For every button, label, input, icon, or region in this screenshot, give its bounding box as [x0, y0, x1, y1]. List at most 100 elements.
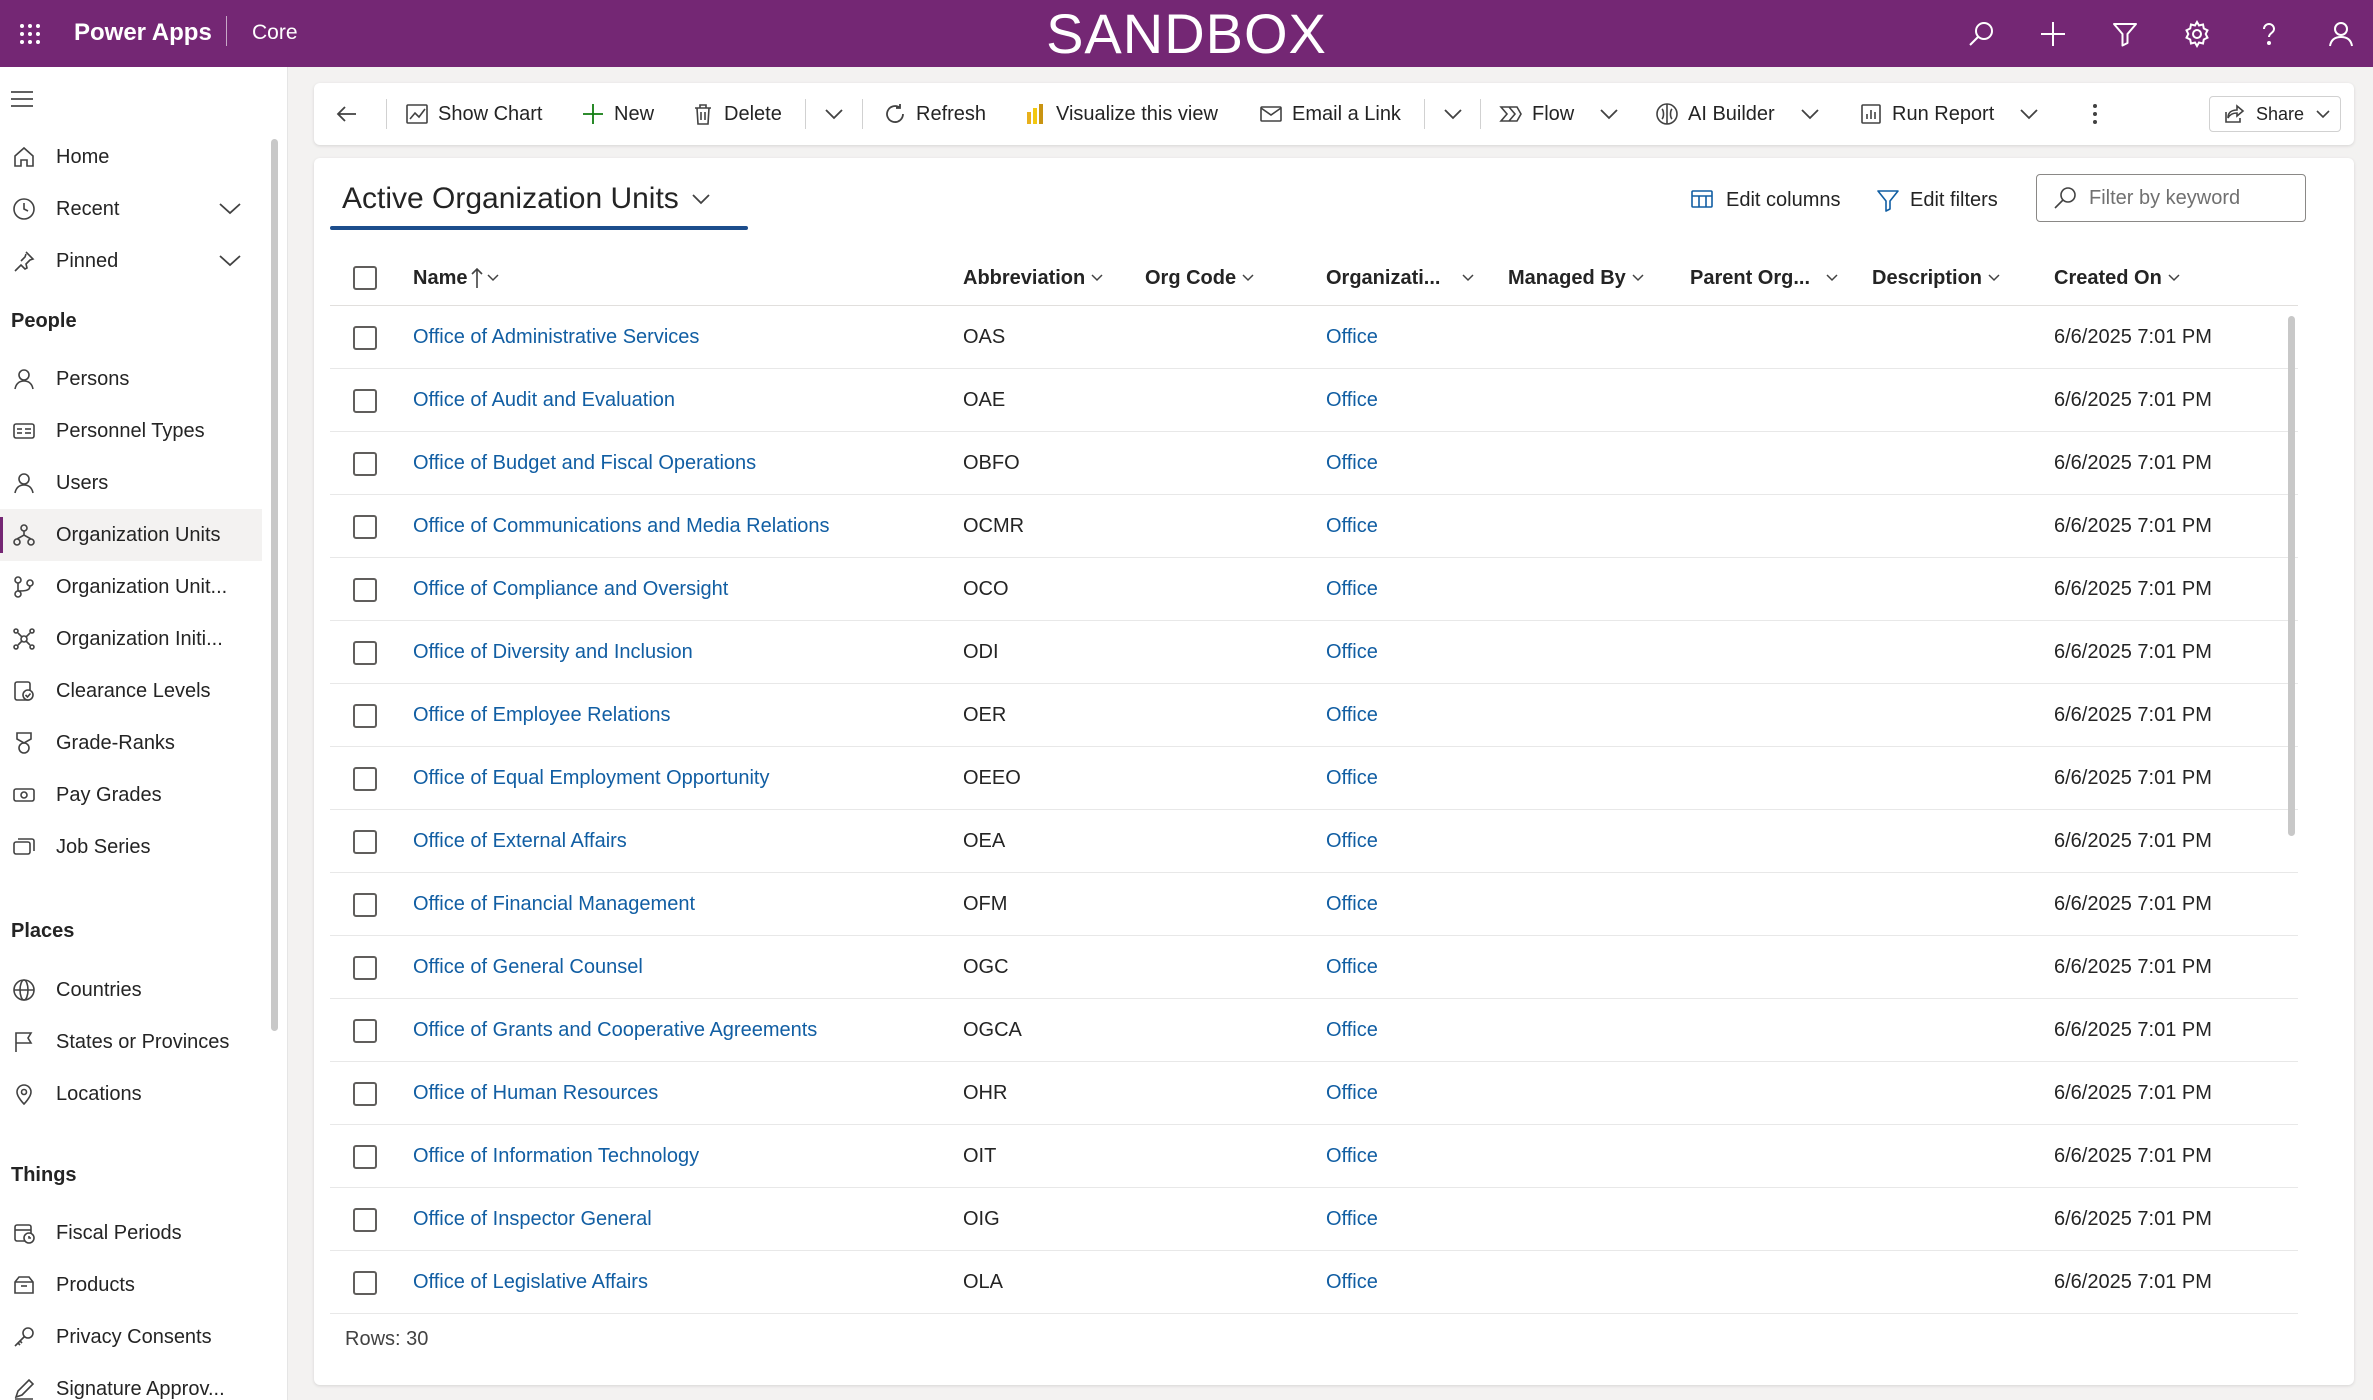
table-row[interactable]: Office of Communications and Media Relat…	[330, 495, 2298, 558]
filter-icon[interactable]	[2104, 13, 2146, 55]
ai-builder-button[interactable]: AI Builder	[1654, 83, 1831, 145]
table-row[interactable]: Office of External Affairs OEA Office 6/6/2…	[330, 810, 2298, 873]
cell-organization-type[interactable]: Office	[1326, 558, 1378, 621]
column-header-parent-org[interactable]: Parent Org...	[1690, 250, 1838, 306]
sidebar-item-pay-grades[interactable]: Pay Grades	[0, 769, 262, 821]
row-checkbox[interactable]	[353, 1208, 377, 1232]
column-header-org-code[interactable]: Org Code	[1145, 250, 1254, 306]
table-row[interactable]: Office of Diversity and Inclusion ODI Offi…	[330, 621, 2298, 684]
sidebar-item-personnel-types[interactable]: Personnel Types	[0, 405, 262, 457]
column-header-abbreviation[interactable]: Abbreviation	[963, 250, 1103, 306]
cell-name[interactable]: Office of Compliance and Oversight	[413, 558, 728, 621]
table-row[interactable]: Office of Compliance and Oversight OCO Off…	[330, 558, 2298, 621]
cell-organization-type[interactable]: Office	[1326, 495, 1378, 558]
row-checkbox[interactable]	[353, 326, 377, 350]
row-checkbox[interactable]	[353, 767, 377, 791]
sidebar-item-organization-units[interactable]: Organization Units	[0, 509, 262, 561]
share-button[interactable]: Share	[2209, 96, 2341, 132]
row-checkbox[interactable]	[353, 389, 377, 413]
select-all-checkbox[interactable]	[353, 266, 377, 290]
cell-name[interactable]: Office of Audit and Evaluation	[413, 369, 675, 432]
cell-name[interactable]: Office of Equal Employment Opportunity	[413, 747, 769, 810]
cell-organization-type[interactable]: Office	[1326, 369, 1378, 432]
column-header-organization-type[interactable]: Organizati...	[1326, 250, 1474, 306]
column-header-description[interactable]: Description	[1872, 250, 2000, 306]
cell-name[interactable]: Office of Administrative Services	[413, 306, 699, 369]
sidebar-item-products[interactable]: Products	[0, 1259, 262, 1311]
show-chart-button[interactable]: Show Chart	[404, 83, 543, 145]
cell-organization-type[interactable]: Office	[1326, 936, 1378, 999]
table-row[interactable]: Office of Inspector General OIG Office 6/6/…	[330, 1188, 2298, 1251]
row-checkbox[interactable]	[353, 452, 377, 476]
sidebar-item-home[interactable]: Home	[0, 131, 262, 183]
edit-filters-button[interactable]: Edit filters	[1876, 188, 1998, 212]
user-icon[interactable]	[2320, 13, 2362, 55]
cell-organization-type[interactable]: Office	[1326, 621, 1378, 684]
row-checkbox[interactable]	[353, 1271, 377, 1295]
cell-organization-type[interactable]: Office	[1326, 684, 1378, 747]
column-header-managed-by[interactable]: Managed By	[1508, 250, 1644, 306]
sidebar-item-privacy-consents[interactable]: Privacy Consents	[0, 1311, 262, 1363]
cell-name[interactable]: Office of General Counsel	[413, 936, 643, 999]
table-row[interactable]: Office of Information Technology OIT Offic…	[330, 1125, 2298, 1188]
sidebar-item-locations[interactable]: Locations	[0, 1068, 262, 1120]
delete-button[interactable]: Delete	[690, 83, 782, 145]
email-link-dropdown[interactable]	[1440, 83, 1474, 145]
visualize-view-button[interactable]: Visualize this view	[1022, 83, 1218, 145]
more-options-button[interactable]	[2082, 83, 2116, 145]
edit-columns-button[interactable]: Edit columns	[1690, 188, 1841, 212]
sidebar-item-countries[interactable]: Countries	[0, 964, 262, 1016]
sidebar-item-pinned[interactable]: Pinned	[0, 235, 262, 287]
filter-input[interactable]	[2089, 186, 2289, 210]
sidebar-item-fiscal-periods[interactable]: Fiscal Periods	[0, 1207, 262, 1259]
sidebar-item-job-series[interactable]: Job Series	[0, 821, 262, 873]
cell-name[interactable]: Office of Budget and Fiscal Operations	[413, 432, 756, 495]
search-icon[interactable]	[1960, 13, 2002, 55]
table-row[interactable]: Office of Audit and Evaluation OAE Office 6…	[330, 369, 2298, 432]
cell-name[interactable]: Office of Grants and Cooperative Agreeme…	[413, 999, 817, 1062]
new-button[interactable]: New	[580, 83, 654, 145]
row-checkbox[interactable]	[353, 956, 377, 980]
sidebar-item-users[interactable]: Users	[0, 457, 262, 509]
cell-organization-type[interactable]: Office	[1326, 873, 1378, 936]
sidebar-item-states-or-provinces[interactable]: States or Provinces	[0, 1016, 262, 1068]
sidebar-item-clearance-levels[interactable]: Clearance Levels	[0, 665, 262, 717]
row-checkbox[interactable]	[353, 1145, 377, 1169]
sidebar-item-recent[interactable]: Recent	[0, 183, 262, 235]
row-checkbox[interactable]	[353, 830, 377, 854]
sidebar-item-grade-ranks[interactable]: Grade-Ranks	[0, 717, 262, 769]
plus-icon[interactable]	[2032, 13, 2074, 55]
more-commands-dropdown[interactable]	[821, 83, 855, 145]
grid-scrollbar[interactable]	[2288, 316, 2295, 836]
cell-name[interactable]: Office of Communications and Media Relat…	[413, 495, 830, 558]
settings-icon[interactable]	[2176, 13, 2218, 55]
refresh-button[interactable]: Refresh	[882, 83, 986, 145]
sidebar-scrollbar[interactable]	[271, 139, 278, 1031]
email-link-button[interactable]: Email a Link	[1258, 83, 1401, 145]
table-row[interactable]: Office of Legislative Affairs OLA Office 6/…	[330, 1251, 2298, 1314]
table-row[interactable]: Office of Employee Relations OER Office 6/6…	[330, 684, 2298, 747]
table-row[interactable]: Office of Administrative Services OAS Offi…	[330, 306, 2298, 369]
cell-organization-type[interactable]: Office	[1326, 1188, 1378, 1251]
cell-organization-type[interactable]: Office	[1326, 1251, 1378, 1314]
cell-organization-type[interactable]: Office	[1326, 810, 1378, 873]
view-selector[interactable]: Active Organization Units	[342, 182, 711, 216]
chevron-down-icon[interactable]	[218, 198, 242, 218]
row-checkbox[interactable]	[353, 1082, 377, 1106]
row-checkbox[interactable]	[353, 704, 377, 728]
cell-organization-type[interactable]: Office	[1326, 432, 1378, 495]
sidebar-item-signature-approvals[interactable]: Signature Approv...	[0, 1363, 262, 1400]
flow-button[interactable]: Flow	[1498, 83, 1630, 145]
cell-organization-type[interactable]: Office	[1326, 1062, 1378, 1125]
sidebar-item-persons[interactable]: Persons	[0, 353, 262, 405]
row-checkbox[interactable]	[353, 1019, 377, 1043]
column-header-name[interactable]: Name	[413, 250, 500, 306]
sidebar-item-organization-unit-links[interactable]: Organization Unit...	[0, 561, 262, 613]
chevron-down-icon[interactable]	[218, 250, 242, 270]
cell-name[interactable]: Office of Employee Relations	[413, 684, 671, 747]
run-report-button[interactable]: Run Report	[1858, 83, 2050, 145]
cell-name[interactable]: Office of Inspector General	[413, 1188, 652, 1251]
table-row[interactable]: Office of Equal Employment Opportunity OE…	[330, 747, 2298, 810]
cell-name[interactable]: Office of Legislative Affairs	[413, 1251, 648, 1314]
back-button[interactable]	[334, 83, 368, 145]
